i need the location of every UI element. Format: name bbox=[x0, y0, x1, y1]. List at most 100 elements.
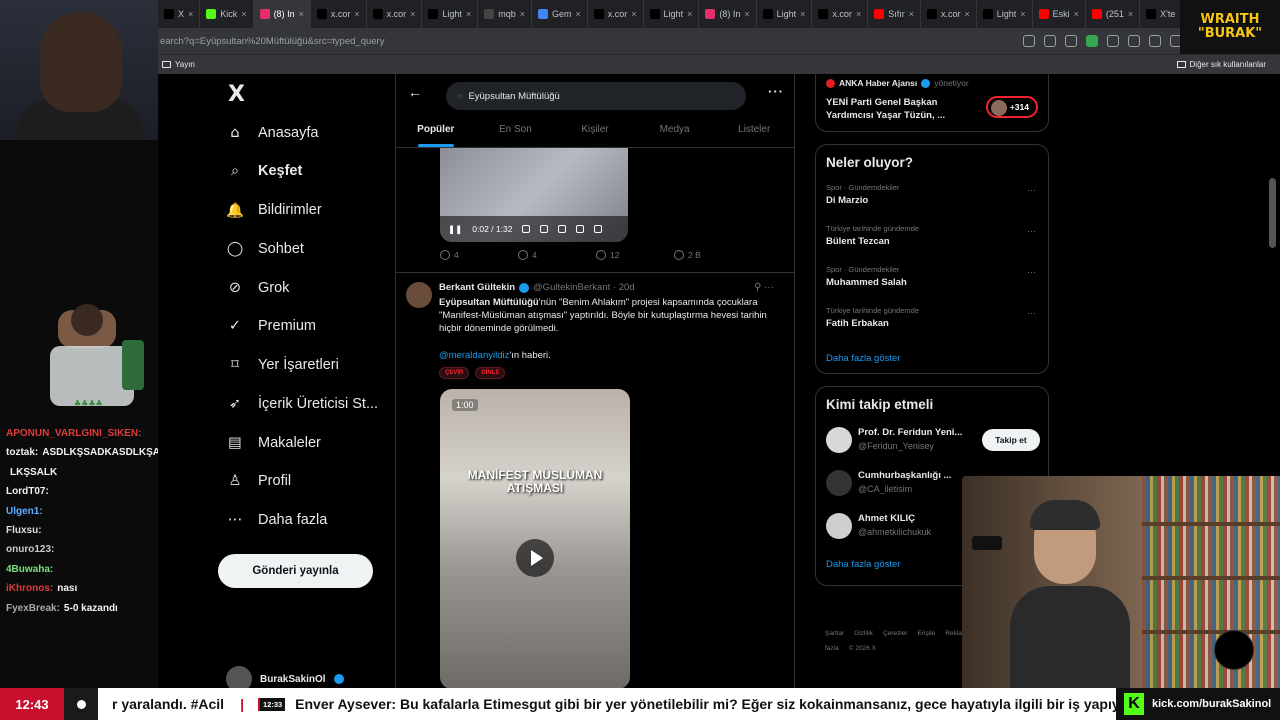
avatar[interactable] bbox=[826, 470, 852, 496]
avatar[interactable] bbox=[406, 282, 432, 308]
browser-tab[interactable]: x.cor × bbox=[921, 0, 977, 28]
footer-link[interactable]: Şartlar bbox=[825, 630, 844, 637]
back-arrow-icon[interactable]: ← bbox=[408, 84, 422, 100]
browser-tab[interactable]: Sıfır × bbox=[868, 0, 921, 28]
nav-item-keşfet[interactable]: ⌕ Keşfet bbox=[226, 162, 302, 180]
nav-item-premium[interactable]: ✓ Premium bbox=[226, 317, 316, 335]
scrollbar-thumb[interactable] bbox=[1269, 178, 1276, 248]
tab-close-icon[interactable]: × bbox=[1128, 9, 1133, 19]
browser-tab[interactable]: (251 × bbox=[1086, 0, 1141, 28]
star-icon[interactable] bbox=[1065, 35, 1077, 47]
chat-username[interactable]: FyexBreak: bbox=[6, 603, 60, 614]
trend-item[interactable]: Spor · Gündemdekiler Muhammed Salah ··· bbox=[826, 265, 1036, 288]
follow-button[interactable]: Takip et bbox=[982, 429, 1040, 451]
tab-close-icon[interactable]: × bbox=[744, 9, 749, 19]
pip-icon[interactable] bbox=[576, 225, 585, 233]
nav-item-grok[interactable]: ⊘ Grok bbox=[226, 279, 290, 297]
tab-close-icon[interactable]: × bbox=[520, 9, 525, 19]
nav-item-bildirimler[interactable]: 🔔 Bildirimler bbox=[226, 201, 322, 219]
show-more-follow-link[interactable]: Daha fazla göster bbox=[826, 559, 900, 570]
more-options-icon[interactable]: ··· bbox=[1027, 185, 1036, 195]
floating-button[interactable] bbox=[1214, 630, 1254, 670]
mute-icon[interactable] bbox=[540, 225, 549, 233]
avatar[interactable] bbox=[826, 513, 852, 539]
tab-close-icon[interactable]: × bbox=[800, 9, 805, 19]
address-bar[interactable]: earch?q=Eyüpsultan%20Müftülüğü&src=typed… bbox=[158, 28, 1280, 54]
post-button[interactable]: Gönderi yayınla bbox=[218, 554, 373, 588]
trending-news-card[interactable]: ANKA Haber Ajansı yönetiyor YENİ Parti G… bbox=[815, 74, 1049, 132]
nav-item-anasayfa[interactable]: ⌂ Anasayfa bbox=[226, 124, 318, 142]
footer-link[interactable]: © 2026 X bbox=[849, 645, 876, 652]
captions-icon[interactable] bbox=[522, 225, 531, 233]
account-switcher[interactable]: BurakSakinOl bbox=[226, 666, 344, 688]
tab-close-icon[interactable]: × bbox=[188, 9, 193, 19]
trend-item[interactable]: Spor · Gündemdekiler Di Marzio ··· bbox=[826, 183, 1036, 206]
search-input[interactable]: ○ Eyüpsultan Müftülüğü bbox=[446, 82, 746, 110]
tab-medya[interactable]: Medya bbox=[635, 120, 715, 148]
video-player[interactable]: ❚❚ 0:02 / 1:32 bbox=[440, 148, 628, 242]
repost-button[interactable]: 4 bbox=[518, 250, 596, 260]
browser-tab[interactable]: X'te× bbox=[1140, 0, 1180, 28]
browser-tab[interactable]: Gem × bbox=[532, 0, 588, 28]
extension-icon[interactable] bbox=[1107, 35, 1119, 47]
tab-close-icon[interactable]: × bbox=[354, 9, 359, 19]
video-player[interactable]: 1:00 MANİFEST MÜSLÜMAN ATIŞMASI bbox=[440, 389, 630, 688]
extension-icon-3[interactable] bbox=[1149, 35, 1161, 47]
install-icon[interactable] bbox=[1023, 35, 1035, 47]
listen-pill[interactable]: DİNLE bbox=[475, 367, 506, 379]
views-button[interactable]: 2 B bbox=[674, 250, 752, 260]
translate-pill[interactable]: ÇEVİR bbox=[439, 367, 470, 379]
tab-close-icon[interactable]: × bbox=[631, 9, 636, 19]
footer-link[interactable]: Çerezler bbox=[883, 630, 908, 637]
follow-suggestion[interactable]: Prof. Dr. Feridun Yeni... @Feridun_Yenise… bbox=[826, 423, 1040, 457]
browser-tab[interactable]: x.cor × bbox=[588, 0, 644, 28]
avatar[interactable] bbox=[826, 427, 852, 453]
browser-tab[interactable]: Kick × bbox=[200, 0, 254, 28]
footer-link[interactable]: Gizlilik bbox=[854, 630, 873, 637]
chat-username[interactable]: APONUN_VARLGINI_SIKEN: bbox=[6, 428, 141, 439]
tab-listeler[interactable]: Listeler bbox=[714, 120, 794, 148]
reader-icon[interactable] bbox=[1044, 35, 1056, 47]
tab-close-icon[interactable]: × bbox=[410, 9, 415, 19]
browser-tab[interactable]: Light × bbox=[757, 0, 813, 28]
trend-item[interactable]: Türkiye tarihinde gündemde Bülent Tezcan ·… bbox=[826, 224, 1036, 247]
tab-close-icon[interactable]: × bbox=[576, 9, 581, 19]
tab-close-icon[interactable]: × bbox=[466, 9, 471, 19]
nav-item-yer-i-şaretleri[interactable]: ⌑ Yer İşaretleri bbox=[226, 356, 339, 374]
trend-item[interactable]: Türkiye tarihinde gündemde Fatih Erbakan ·… bbox=[826, 306, 1036, 329]
x-logo-icon[interactable]: X bbox=[228, 82, 245, 107]
chat-username[interactable]: LordT07: bbox=[6, 486, 49, 497]
chat-username[interactable]: iKhronos: bbox=[6, 583, 53, 594]
tab-en-son[interactable]: En Son bbox=[476, 120, 556, 148]
more-options-icon[interactable]: ··· bbox=[1027, 267, 1036, 277]
news-count-badge[interactable]: +314 bbox=[986, 96, 1038, 118]
tab-close-icon[interactable]: × bbox=[687, 9, 692, 19]
play-icon[interactable] bbox=[516, 539, 554, 577]
like-button[interactable]: 12 bbox=[596, 250, 674, 260]
browser-tab[interactable]: x.cor × bbox=[812, 0, 869, 28]
settings-icon[interactable] bbox=[558, 225, 567, 233]
nav-item-i-çerik-üreticisi-st-[interactable]: ➶ İçerik Üreticisi St... bbox=[226, 395, 378, 413]
browser-tab[interactable]: Eski × bbox=[1033, 0, 1086, 28]
url-text[interactable]: earch?q=Eyüpsultan%20Müftülüğü&src=typed… bbox=[158, 36, 384, 47]
author-name[interactable]: Berkant Gültekin bbox=[439, 282, 515, 293]
browser-tab[interactable]: x.cor × bbox=[367, 0, 423, 28]
tab-close-icon[interactable]: × bbox=[299, 9, 304, 19]
browser-tab[interactable]: x.cor × bbox=[311, 0, 367, 28]
browser-tab[interactable]: Light × bbox=[977, 0, 1033, 28]
tweet-more-icon[interactable]: ⚲ ··· bbox=[754, 282, 774, 293]
show-more-link[interactable]: Daha fazla göster bbox=[826, 353, 900, 364]
nav-item-sohbet[interactable]: ◯ Sohbet bbox=[226, 240, 304, 258]
tab-popüler[interactable]: Popüler bbox=[396, 120, 476, 148]
nav-item-profil[interactable]: ♙ Profil bbox=[226, 472, 292, 490]
tab-kişiler[interactable]: Kişiler bbox=[555, 120, 635, 148]
browser-tab[interactable]: (8) In × bbox=[699, 0, 757, 28]
nav-item-makaleler[interactable]: ▤ Makaleler bbox=[226, 434, 321, 452]
reply-button[interactable]: 4 bbox=[440, 250, 518, 260]
tab-close-icon[interactable]: × bbox=[241, 9, 246, 19]
bookmark-yayin[interactable]: Yayın bbox=[162, 60, 195, 69]
fullscreen-icon[interactable] bbox=[594, 225, 603, 233]
browser-tab[interactable]: Light × bbox=[422, 0, 479, 28]
more-options-icon[interactable]: ··· bbox=[1027, 308, 1036, 318]
chat-username[interactable]: Ulgen1: bbox=[6, 506, 43, 517]
